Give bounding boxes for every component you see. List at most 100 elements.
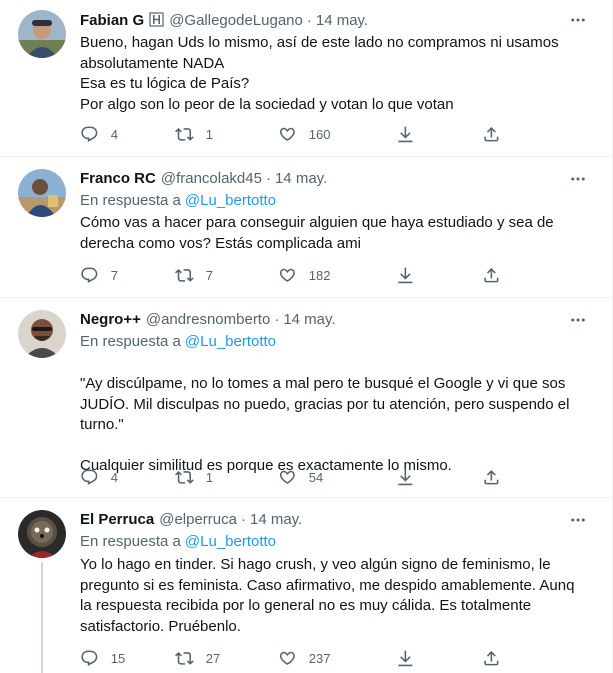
tweet-text-line: "Ay discúlpame, no lo tomes a mal pero t… — [80, 375, 566, 392]
user-handle[interactable]: @elperruca — [159, 510, 237, 530]
tweet-text-line: JUDÍO. Mil disculpas no puedo, gracias p… — [80, 395, 570, 413]
tweet-actions: 7 7 182 — [80, 265, 510, 285]
user-handle[interactable]: @GallegodeLugano — [169, 11, 303, 31]
display-name[interactable]: Fabian G — [80, 11, 144, 31]
retweet-count: 7 — [205, 267, 213, 283]
avatar-negro[interactable] — [18, 310, 66, 358]
heart-icon — [279, 470, 295, 484]
tweet[interactable]: Fabian G @GallegodeLugano · 14 may. Buen… — [0, 0, 612, 157]
tweet-actions: 4 1 160 — [80, 124, 510, 144]
reply-count: 4 — [110, 126, 118, 142]
retweet-button[interactable]: 27 — [175, 648, 278, 668]
tweet-actions: 15 27 237 — [80, 648, 510, 668]
reply-icon — [81, 650, 98, 666]
retweet-icon — [175, 268, 194, 282]
reply-context: En respuesta a @Lu_bertotto — [80, 191, 276, 211]
download-button[interactable] — [396, 265, 482, 285]
separator-dot: · — [274, 311, 280, 328]
like-button[interactable]: 182 — [278, 265, 396, 285]
tweet-date[interactable]: 14 may. — [283, 310, 335, 330]
reply-button[interactable]: 15 — [80, 648, 175, 668]
tweet-text-line: absolutamente NADA — [80, 54, 225, 72]
avatar-el-perruca[interactable] — [18, 510, 66, 558]
display-name[interactable]: Negro++ — [80, 310, 141, 330]
reply-mention-link[interactable]: @Lu_bertotto — [185, 333, 276, 350]
tweet-date[interactable]: 14 may. — [316, 11, 368, 31]
reply-icon — [81, 469, 98, 485]
tweet-text-line: Esa es tu lógica de País? — [80, 75, 250, 92]
reply-count: 4 — [110, 469, 118, 485]
share-icon — [484, 469, 499, 485]
download-button[interactable] — [396, 648, 482, 668]
tweet-text-line: derecha como vos? Estás complicada ami — [80, 234, 361, 252]
more-icon[interactable] — [568, 169, 588, 189]
share-button[interactable] — [482, 467, 510, 487]
reply-mention-link[interactable]: @Lu_bertotto — [185, 533, 276, 550]
share-button[interactable] — [482, 124, 510, 144]
retweet-count: 1 — [205, 126, 213, 142]
download-button[interactable] — [396, 467, 482, 487]
like-count: 160 — [308, 126, 331, 142]
like-button[interactable]: 237 — [278, 648, 396, 668]
tweet-text-line: Por algo son lo peor de la sociedad y vo… — [80, 95, 454, 113]
retweet-count: 27 — [205, 650, 221, 666]
more-icon[interactable] — [568, 310, 588, 330]
tweet-date[interactable]: 14 may. — [250, 510, 302, 530]
share-icon — [484, 126, 499, 142]
retweet-button[interactable]: 7 — [175, 265, 278, 285]
download-icon — [398, 126, 413, 142]
like-button[interactable]: 54 — [278, 467, 396, 487]
share-button[interactable] — [482, 648, 510, 668]
share-icon — [484, 650, 499, 666]
heart-icon — [279, 127, 295, 141]
user-handle[interactable]: @francolakd45 — [161, 169, 262, 189]
retweet-count: 1 — [205, 469, 213, 485]
like-count: 182 — [308, 267, 331, 283]
reply-prefix: En respuesta a — [80, 533, 181, 550]
separator-dot: · — [240, 511, 246, 528]
reply-button[interactable]: 7 — [80, 265, 175, 285]
more-icon[interactable] — [568, 510, 588, 530]
retweet-icon — [175, 651, 194, 665]
display-name[interactable]: El Perruca — [80, 510, 154, 530]
tweet[interactable]: El Perruca @elperruca · 14 may. En respu… — [0, 498, 612, 673]
tweet-text-line: Yo lo hago en tinder. Si hago crush, y v… — [80, 556, 551, 573]
reply-prefix: En respuesta a — [80, 333, 181, 350]
retweet-icon — [175, 470, 194, 484]
separator-dot: · — [265, 170, 271, 187]
download-icon — [398, 267, 413, 283]
tweet-text: Yo lo hago en tinder. Si hago crush, y v… — [80, 555, 590, 637]
retweet-button[interactable]: 1 — [175, 467, 278, 487]
share-button[interactable] — [482, 265, 510, 285]
user-handle[interactable]: @andresnomberto — [146, 310, 270, 330]
heart-icon — [279, 268, 295, 282]
reply-button[interactable]: 4 — [80, 124, 175, 144]
tweet-header: Negro++ @andresnomberto · 14 may. — [80, 310, 336, 330]
download-button[interactable] — [396, 124, 482, 144]
retweet-button[interactable]: 1 — [175, 124, 278, 144]
tweet[interactable]: Negro++ @andresnomberto · 14 may. En res… — [0, 298, 612, 498]
avatar-fabian-g[interactable] — [18, 10, 66, 58]
tweet-text: Cómo vas a hacer para conseguir alguien … — [80, 213, 590, 254]
share-icon — [484, 267, 499, 283]
tweet-text-line: turno." — [80, 416, 124, 433]
reply-mention-link[interactable]: @Lu_bertotto — [185, 192, 276, 209]
tweet[interactable]: Franco RC @francolakd45 · 14 may. En res… — [0, 157, 612, 298]
reply-icon — [81, 126, 98, 142]
separator-dot: · — [306, 12, 312, 29]
tweet-date[interactable]: 14 may. — [275, 169, 327, 189]
retweet-icon — [175, 127, 194, 141]
avatar-franco-rc[interactable] — [18, 169, 66, 217]
tweet-text-line — [80, 436, 590, 457]
reply-count: 15 — [110, 650, 126, 666]
thread-line — [41, 562, 43, 673]
like-count: 54 — [308, 469, 324, 485]
like-button[interactable]: 160 — [278, 124, 396, 144]
tweet-feed: Fabian G @GallegodeLugano · 14 may. Buen… — [0, 0, 613, 673]
tweet-text-line: Cómo vas a hacer para conseguir alguien … — [80, 214, 554, 231]
reply-button[interactable]: 4 — [80, 467, 175, 487]
display-name[interactable]: Franco RC — [80, 169, 156, 189]
reply-prefix: En respuesta a — [80, 192, 181, 209]
more-icon[interactable] — [568, 10, 588, 30]
tweet-text-line: Bueno, hagan Uds lo mismo, así de este l… — [80, 34, 559, 51]
